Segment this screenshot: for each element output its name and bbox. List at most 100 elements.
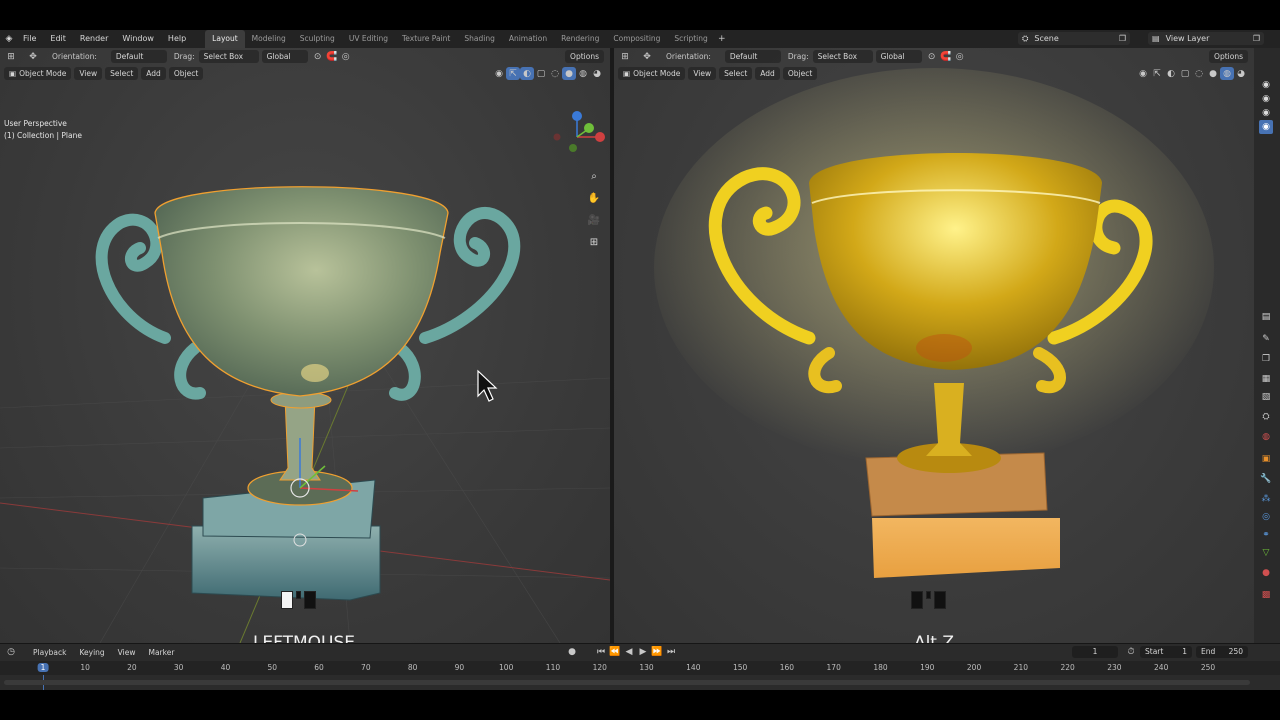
pan-hand-icon[interactable]: ✋ [586, 190, 602, 206]
mode-dropdown-right[interactable]: ▣ Object Mode [618, 67, 686, 80]
options-button-right[interactable]: Options [1209, 50, 1248, 63]
orientation-dropdown-right[interactable]: Default [724, 50, 781, 63]
menu-timeline-view[interactable]: View [113, 646, 141, 659]
orientation-dropdown[interactable]: Default [110, 50, 167, 63]
world-properties-icon[interactable]: ◍ [1259, 430, 1273, 444]
tool-properties-icon[interactable]: ✎ [1259, 332, 1273, 346]
rendered-shading-icon-right[interactable]: ◕ [1234, 67, 1248, 80]
camera-view-icon[interactable]: 🎥 [586, 212, 602, 228]
overlay-toggle-icon-right[interactable]: ◐ [1164, 67, 1178, 80]
particles-properties-icon[interactable]: ⁂ [1259, 492, 1273, 506]
next-keyframe-icon[interactable]: ⏩ [650, 646, 664, 659]
outliner-eye-icon-4[interactable]: ◉ [1259, 120, 1273, 134]
menu-render[interactable]: Render [73, 30, 115, 48]
menu-add[interactable]: Add [141, 67, 166, 80]
tab-compositing[interactable]: Compositing [606, 30, 667, 48]
menu-playback[interactable]: Playback [28, 646, 71, 659]
ortho-grid-icon[interactable]: ⊞ [586, 234, 602, 250]
menu-keying[interactable]: Keying [74, 646, 109, 659]
visibility-icon-right[interactable]: ◉ [1136, 67, 1150, 80]
zoom-icon[interactable]: ⌕ [586, 168, 602, 184]
transform-orientation-dropdown-right[interactable]: Global [875, 50, 922, 63]
gizmo-toggle-icon[interactable]: ⇱ [506, 67, 520, 80]
proportional-edit-icon[interactable]: ◎ [339, 50, 353, 63]
menu-object-right[interactable]: Object [782, 67, 818, 80]
editor-type-icon-right[interactable]: ⊞ [618, 50, 632, 63]
material-shading-icon[interactable]: ◍ [576, 67, 590, 80]
outliner-eye-icon-3[interactable]: ◉ [1259, 106, 1273, 120]
editor-type-icon[interactable]: ⊞ [4, 50, 18, 63]
tab-layout[interactable]: Layout [205, 30, 245, 48]
stopwatch-icon[interactable]: ⏱ [1124, 646, 1138, 659]
data-properties-icon[interactable]: ▽ [1259, 546, 1273, 560]
menu-select[interactable]: Select [105, 67, 139, 80]
tab-sculpting[interactable]: Sculpting [293, 30, 342, 48]
solid-shading-icon-right[interactable]: ● [1206, 67, 1220, 80]
transform-tool-icon[interactable]: ✥ [26, 50, 40, 63]
timeline-scrollbar[interactable] [4, 680, 1250, 685]
play-reverse-icon[interactable]: ◀ [622, 646, 636, 659]
menu-select-right[interactable]: Select [719, 67, 753, 80]
jump-end-icon[interactable]: ⏭ [664, 646, 678, 659]
mode-dropdown[interactable]: ▣ Object Mode [4, 67, 72, 80]
scene-selector[interactable]: ⛭ Scene ❐ [1018, 32, 1130, 45]
tab-uv-editing[interactable]: UV Editing [342, 30, 395, 48]
blender-logo-icon[interactable]: ◈ [2, 33, 16, 46]
tab-texture-paint[interactable]: Texture Paint [395, 30, 457, 48]
drag-dropdown-right[interactable]: Select Box [812, 50, 873, 63]
timeline-ruler[interactable]: 1 10 20 30 40 50 60 70 80 90 100 110 120 130 140 150 160… [0, 661, 1280, 690]
menu-view[interactable]: View [74, 67, 103, 80]
end-frame-field[interactable]: End 250 [1196, 646, 1248, 658]
modifier-properties-icon[interactable]: 🔧 [1259, 472, 1273, 486]
viewport-right[interactable]: ⊞ ✥ Orientation: Default Drag: Select Bo… [614, 48, 1254, 643]
prev-keyframe-icon[interactable]: ⏪ [608, 646, 622, 659]
texture-properties-icon[interactable]: ▩ [1259, 588, 1273, 602]
gizmo-toggle-icon-right[interactable]: ⇱ [1150, 67, 1164, 80]
transform-orientation-dropdown[interactable]: Global [261, 50, 308, 63]
record-icon[interactable]: ● [565, 646, 579, 659]
options-button[interactable]: Options [565, 50, 604, 63]
view-layer-properties-icon[interactable]: ▧ [1259, 390, 1273, 404]
visibility-icon[interactable]: ◉ [492, 67, 506, 80]
tab-shading[interactable]: Shading [457, 30, 501, 48]
wireframe-shading-icon[interactable]: ◌ [548, 67, 562, 80]
tab-modeling[interactable]: Modeling [245, 30, 293, 48]
properties-editor-icon[interactable]: ▤ [1259, 310, 1273, 324]
material-shading-icon-right[interactable]: ◍ [1220, 67, 1234, 80]
snap-icon-right[interactable]: 🧲 [939, 50, 953, 63]
play-icon[interactable]: ▶ [636, 646, 650, 659]
rendered-shading-icon[interactable]: ◕ [590, 67, 604, 80]
pivot-icon[interactable]: ⊙ [311, 50, 325, 63]
view-layer-selector[interactable]: ▤ View Layer ❐ [1148, 32, 1264, 45]
menu-add-right[interactable]: Add [755, 67, 780, 80]
drag-dropdown[interactable]: Select Box [198, 50, 259, 63]
menu-file[interactable]: File [16, 30, 43, 48]
wireframe-shading-icon-right[interactable]: ◌ [1192, 67, 1206, 80]
start-frame-field[interactable]: Start 1 [1140, 646, 1192, 658]
add-workspace-icon[interactable]: + [715, 33, 729, 46]
timeline-editor-type-icon[interactable]: ◷ [4, 646, 18, 659]
current-frame-field[interactable]: 1 [1072, 646, 1118, 658]
render-properties-icon[interactable]: ❐ [1259, 352, 1273, 366]
menu-object[interactable]: Object [168, 67, 204, 80]
tab-rendering[interactable]: Rendering [554, 30, 606, 48]
outliner-eye-icon-2[interactable]: ◉ [1259, 92, 1273, 106]
physics-properties-icon[interactable]: ◎ [1259, 510, 1273, 524]
proportional-edit-icon-right[interactable]: ◎ [953, 50, 967, 63]
snap-icon[interactable]: 🧲 [325, 50, 339, 63]
object-properties-icon[interactable]: ▣ [1259, 452, 1273, 466]
viewport-left[interactable]: ⊞ ✥ Orientation: Default Drag: Select Bo… [0, 48, 610, 643]
jump-start-icon[interactable]: ⏮ [594, 646, 608, 659]
constraint-properties-icon[interactable]: ⚭ [1259, 528, 1273, 542]
menu-window[interactable]: Window [115, 30, 161, 48]
menu-view-right[interactable]: View [688, 67, 717, 80]
material-properties-icon[interactable]: ● [1259, 566, 1273, 580]
tab-animation[interactable]: Animation [502, 30, 554, 48]
scene-properties-icon[interactable]: ⛭ [1259, 410, 1273, 424]
outliner-eye-icon[interactable]: ◉ [1259, 78, 1273, 92]
output-properties-icon[interactable]: ▦ [1259, 372, 1273, 386]
menu-marker[interactable]: Marker [143, 646, 179, 659]
xray-icon[interactable]: ▢ [534, 67, 548, 80]
solid-shading-icon[interactable]: ● [562, 67, 576, 80]
menu-edit[interactable]: Edit [43, 30, 73, 48]
